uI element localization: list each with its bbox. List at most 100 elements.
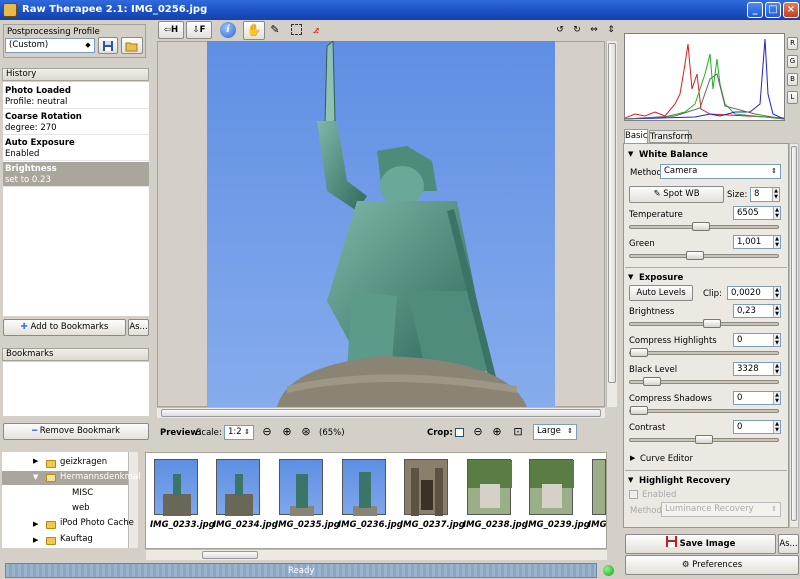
black-level-spinner[interactable]: 3328 ▲ ▼ <box>733 362 781 376</box>
save-profile-button[interactable] <box>98 37 118 54</box>
viewport-vscroll[interactable] <box>606 41 617 407</box>
history-item-selected[interactable]: Brightness set to 0.23 <box>3 162 149 187</box>
crop-zoom-out-icon[interactable]: ⊖ <box>471 423 485 441</box>
preferences-button[interactable]: ⚙ Preferences <box>625 555 799 575</box>
zoom-out-icon[interactable]: ⊖ <box>260 423 274 441</box>
compress-highlights-slider[interactable] <box>629 348 779 357</box>
tree-expander-icon[interactable]: ▶ <box>33 457 38 465</box>
save-as-button[interactable]: As... <box>778 534 799 554</box>
tab-transform[interactable]: Transform <box>649 130 692 143</box>
expand-icon[interactable]: ▶ <box>630 454 635 462</box>
highlight-method-combo[interactable]: Luminance Recovery ⇕ <box>661 502 781 517</box>
info-icon[interactable]: i <box>220 22 236 38</box>
flip-vertical-icon[interactable]: ⇕ <box>604 20 618 40</box>
slider-thumb[interactable] <box>630 406 648 415</box>
tree-item-selected[interactable]: Hermannsdenkmal <box>60 471 140 484</box>
viewport-hscroll[interactable] <box>157 407 605 418</box>
tree-item[interactable]: Kauftag <box>60 533 93 546</box>
compress-shadows-slider[interactable] <box>629 406 779 415</box>
hide-history-button[interactable]: ⇦H <box>158 21 184 39</box>
thumbnail-image[interactable] <box>216 459 260 516</box>
hide-filebrowser-button[interactable]: ⇩F <box>186 21 212 39</box>
green-spinner[interactable]: 1,001 ▲ ▼ <box>733 235 781 249</box>
strip-hscroll-thumb[interactable] <box>202 551 258 559</box>
green-slider[interactable] <box>629 251 779 260</box>
save-image-button[interactable]: Save Image <box>625 534 776 554</box>
crop-checkbox[interactable] <box>455 428 464 437</box>
curve-editor-toggle[interactable]: Curve Editor <box>640 454 693 464</box>
thumbnail-image[interactable] <box>342 459 386 516</box>
wb-size-spinner[interactable]: 8 ▲ ▼ <box>750 187 780 202</box>
close-button[interactable]: × <box>783 2 799 18</box>
load-profile-button[interactable] <box>121 37 143 54</box>
zoom-in-icon[interactable]: ⊕ <box>280 423 294 441</box>
spot-wb-button[interactable]: ✎ Spot WB <box>629 186 724 203</box>
hscroll-thumb[interactable] <box>161 409 601 417</box>
brightness-spinner[interactable]: 0,23 ▲ ▼ <box>733 304 781 318</box>
bookmark-as-button[interactable]: As... <box>128 319 149 336</box>
wb-method-combo[interactable]: Camera ⇕ <box>660 164 781 179</box>
vscroll-thumb[interactable] <box>608 43 616 383</box>
hist-blue-button[interactable]: B <box>787 73 798 86</box>
slider-thumb[interactable] <box>630 348 648 357</box>
slider-thumb[interactable] <box>695 435 713 444</box>
contrast-spinner[interactable]: 0 ▲ ▼ <box>733 420 781 434</box>
profile-combo[interactable]: (Custom) ◆ <box>5 38 95 53</box>
history-item[interactable]: Photo Loaded Profile: neutral <box>3 84 149 109</box>
tree-expander-icon[interactable]: ▶ <box>33 536 38 544</box>
flip-horizontal-icon[interactable]: ⇔ <box>587 20 601 40</box>
crop-zoom-fit-icon[interactable]: ⊡ <box>511 423 525 441</box>
thumbnail-image[interactable] <box>154 459 198 516</box>
compress-shadows-spinner[interactable]: 0 ▲ ▼ <box>733 391 781 405</box>
temperature-slider[interactable] <box>629 222 779 231</box>
tree-expander-icon[interactable]: ▶ <box>33 520 38 528</box>
thumbnail-image[interactable] <box>467 459 512 515</box>
temperature-spinner[interactable]: 6505 ▲ ▼ <box>733 206 781 220</box>
slider-thumb[interactable] <box>685 251 704 260</box>
highlight-enabled-checkbox[interactable] <box>629 490 638 499</box>
tree-item[interactable]: MISC <box>72 487 93 500</box>
straighten-icon[interactable]: ⦨ <box>307 20 325 40</box>
compress-highlights-spinner[interactable]: 0 ▲ ▼ <box>733 333 781 347</box>
hist-luma-button[interactable]: L <box>787 91 798 104</box>
maximize-button[interactable]: □ <box>765 2 781 18</box>
hist-red-button[interactable]: R <box>787 37 798 50</box>
eyedropper-icon[interactable]: ✎ <box>266 20 284 40</box>
auto-levels-button[interactable]: Auto Levels <box>629 285 693 301</box>
crop-size-combo[interactable]: Large ⇕ <box>533 424 577 440</box>
strip-hscroll[interactable] <box>146 549 607 560</box>
collapse-icon[interactable]: ▼ <box>628 476 633 484</box>
remove-bookmark-button[interactable]: ━ Remove Bookmark <box>3 423 149 440</box>
hand-tool-button[interactable]: ✋ <box>243 21 265 40</box>
slider-thumb[interactable] <box>692 222 711 231</box>
crop-zoom-in-icon[interactable]: ⊕ <box>490 423 504 441</box>
crop-select-icon[interactable] <box>291 24 302 35</box>
tree-scrollbar[interactable] <box>128 452 138 548</box>
hist-green-button[interactable]: G <box>787 55 798 68</box>
tree-item[interactable]: iPod Photo Cache <box>60 517 134 530</box>
tree-item[interactable]: geizkragen <box>60 456 107 469</box>
tree-collapse-icon[interactable]: ▼ <box>33 473 38 481</box>
slider-thumb[interactable] <box>643 377 661 386</box>
add-bookmark-button[interactable]: ✚ Add to Bookmarks <box>3 319 126 336</box>
collapse-icon[interactable]: ▼ <box>628 273 633 281</box>
brightness-slider[interactable] <box>629 319 779 328</box>
contrast-slider[interactable] <box>629 435 779 444</box>
scale-combo[interactable]: 1:2 ⇕ <box>224 425 254 440</box>
tab-basic[interactable]: Basic <box>624 129 648 143</box>
history-item[interactable]: Coarse Rotation degree: 270 <box>3 110 149 135</box>
minimize-button[interactable]: _ <box>747 2 763 18</box>
thumbnail-image[interactable] <box>592 459 606 515</box>
slider-thumb[interactable] <box>702 319 721 328</box>
zoom-fit-icon[interactable]: ⊛ <box>299 423 313 441</box>
tools-vscroll-thumb[interactable] <box>791 146 797 521</box>
rotate-left-icon[interactable]: ↺ <box>553 20 567 40</box>
tree-item[interactable]: web <box>72 502 90 515</box>
thumbnail-image[interactable] <box>529 459 574 515</box>
thumbnail-image[interactable] <box>404 459 448 516</box>
thumbnail-image[interactable] <box>279 459 323 516</box>
tools-vscroll[interactable] <box>789 143 799 528</box>
black-level-slider[interactable] <box>629 377 779 386</box>
history-item[interactable]: Auto Exposure Enabled <box>3 136 149 161</box>
collapse-icon[interactable]: ▼ <box>628 150 633 158</box>
